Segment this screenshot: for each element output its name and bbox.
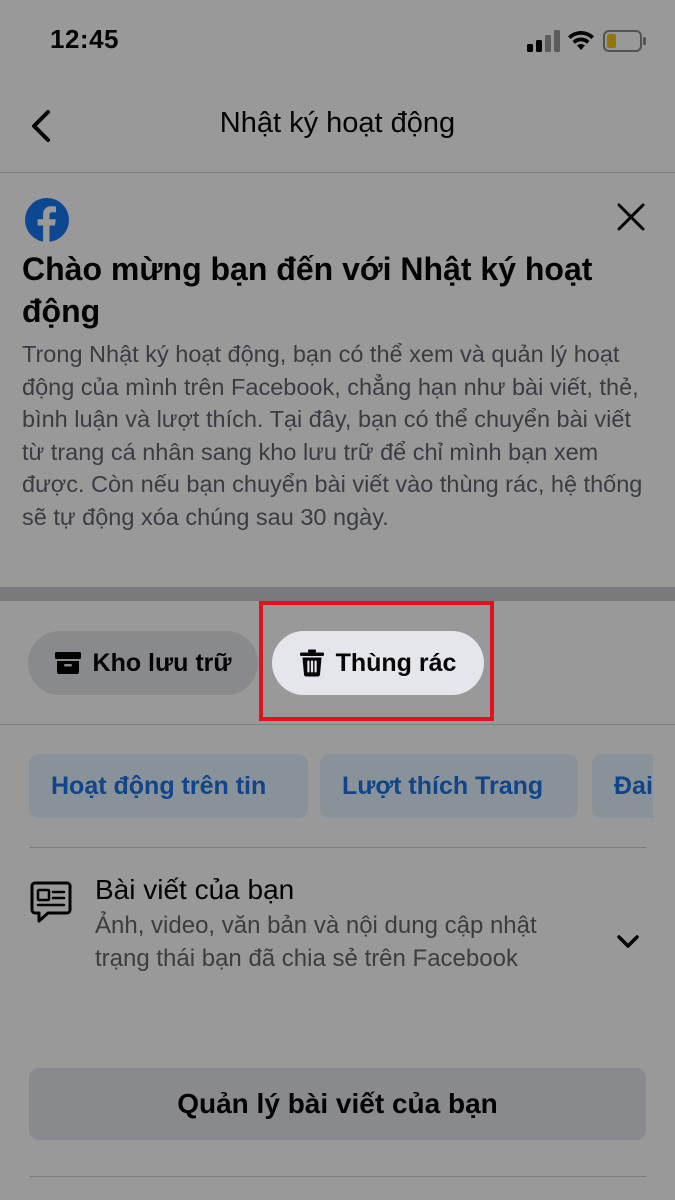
your-posts-description: Ảnh, video, văn bản và nội dung cập nhật…: [95, 912, 537, 972]
banner-description: Trong Nhật ký hoạt động, bạn có thể xem …: [22, 341, 643, 530]
chip-more[interactable]: Đai: [592, 754, 653, 818]
facebook-logo-icon: [25, 198, 69, 242]
page-title: Nhật ký hoạt động: [219, 107, 456, 139]
bottom-divider: [29, 1176, 646, 1177]
chevron-down-icon[interactable]: [614, 927, 642, 955]
list-divider: [29, 847, 646, 848]
section-separator: [0, 587, 675, 601]
trash-button[interactable]: Thùng rác: [272, 631, 484, 695]
close-icon[interactable]: [614, 200, 648, 234]
post-icon: [30, 881, 72, 923]
chip-page-likes[interactable]: Lượt thích Trang: [320, 754, 578, 818]
chip-story-activity[interactable]: Hoạt động trên tin: [29, 754, 308, 818]
status-time: 12:45: [50, 24, 119, 54]
battery-low-icon: [603, 30, 646, 52]
wifi-icon: [568, 30, 594, 50]
banner-title: Chào mừng bạn đến với Nhật ký hoạt động: [22, 251, 593, 329]
filter-chips: Hoạt động trên tin Lượt thích Trang Đai: [0, 754, 653, 820]
row-divider: [0, 724, 675, 725]
cellular-signal-icon: [527, 30, 560, 52]
trash-can-icon: [299, 649, 324, 677]
archive-button[interactable]: Kho lưu trữ: [28, 631, 258, 695]
header-divider: [0, 172, 675, 173]
manage-posts-button[interactable]: Quản lý bài viết của bạn: [29, 1068, 646, 1140]
archive-box-icon: [54, 652, 81, 674]
your-posts-title: Bài viết của bạn: [95, 874, 295, 905]
archive-label: Kho lưu trữ: [92, 648, 232, 677]
trash-label: Thùng rác: [335, 648, 457, 677]
